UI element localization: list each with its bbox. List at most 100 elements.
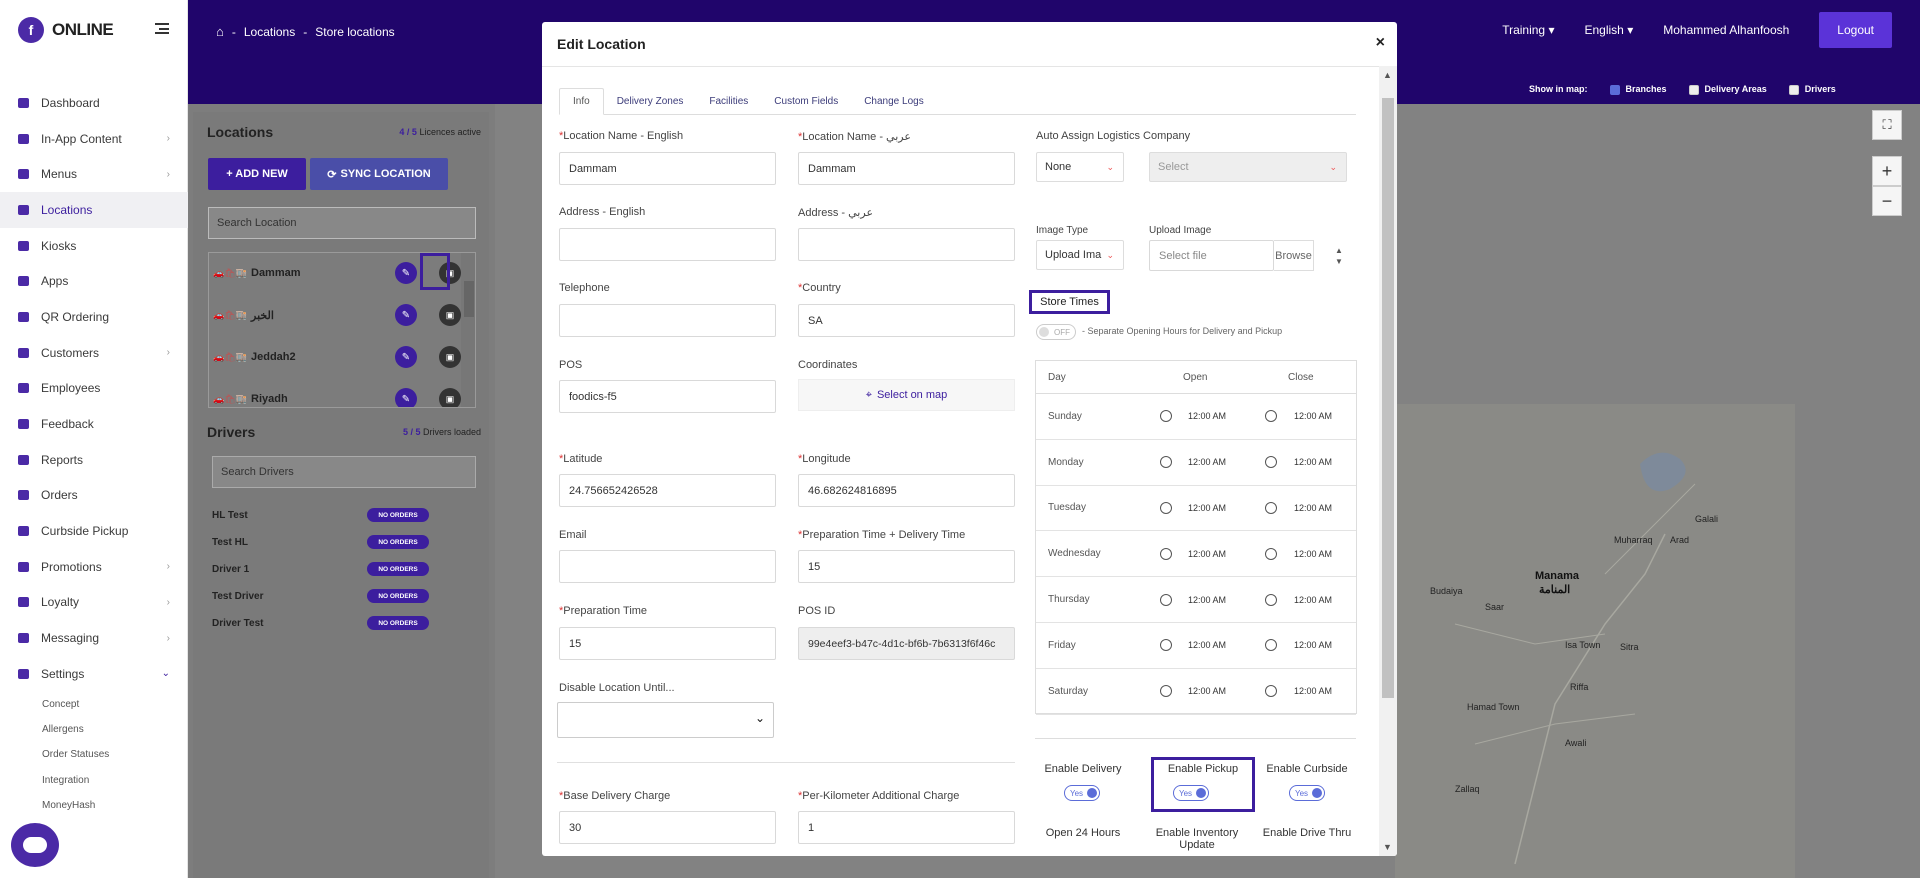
- tab-custom-fields[interactable]: Custom Fields: [761, 88, 851, 115]
- per-km-input[interactable]: 1: [798, 811, 1015, 844]
- select-on-map-button[interactable]: ⌖ Select on map: [798, 379, 1015, 411]
- open-time[interactable]: 12:00 AM: [1188, 595, 1226, 605]
- longitude-input[interactable]: 46.682624816895: [798, 474, 1015, 507]
- tab-delivery-zones[interactable]: Delivery Zones: [604, 88, 697, 115]
- close-time[interactable]: 12:00 AM: [1294, 595, 1332, 605]
- upload-spinner[interactable]: ▲ ▼: [1331, 240, 1347, 271]
- home-icon[interactable]: ⌂: [216, 24, 224, 39]
- list-item[interactable]: HL Test NO ORDERS: [212, 502, 472, 528]
- prep-delivery-input[interactable]: 15: [798, 550, 1015, 583]
- sidebar-item-promotions[interactable]: Promotions ›: [0, 549, 188, 585]
- pos-id-input[interactable]: 99e4eef3-b47c-4d1c-bf6b-7b6313f6f46c: [798, 627, 1015, 660]
- clock-icon[interactable]: [1265, 501, 1277, 514]
- disable-until-select[interactable]: ⌄: [557, 702, 774, 738]
- clock-icon[interactable]: [1265, 685, 1277, 698]
- open-time[interactable]: 12:00 AM: [1188, 411, 1226, 421]
- sidebar-item-kiosks[interactable]: Kiosks: [0, 228, 188, 264]
- map-zoom-out-button[interactable]: −: [1872, 186, 1902, 216]
- pos-input[interactable]: foodics-f5: [559, 380, 776, 413]
- sidebar-item-reports[interactable]: Reports: [0, 442, 188, 478]
- sidebar-subitem-allergens[interactable]: Allergens: [0, 717, 188, 742]
- address-ar-input[interactable]: [798, 228, 1015, 261]
- sidebar-item-settings[interactable]: Settings ⌄: [0, 656, 188, 692]
- clock-icon[interactable]: [1160, 639, 1172, 652]
- clock-icon[interactable]: [1160, 410, 1172, 423]
- separate-hours-toggle[interactable]: OFF: [1036, 324, 1076, 340]
- sidebar-subitem-moneyhash[interactable]: MoneyHash: [0, 793, 188, 818]
- list-item[interactable]: Test Driver NO ORDERS: [212, 583, 472, 609]
- store-icon[interactable]: ▣: [439, 346, 461, 368]
- sync-location-button[interactable]: ⟳ SYNC LOCATION: [310, 158, 448, 190]
- clock-icon[interactable]: [1265, 547, 1277, 560]
- drivers-checkbox[interactable]: Drivers: [1788, 84, 1836, 95]
- chat-support-button[interactable]: [11, 823, 59, 867]
- upload-file-input[interactable]: Select file: [1149, 240, 1274, 271]
- name-ar-input[interactable]: Dammam: [798, 152, 1015, 185]
- edit-icon[interactable]: ✎: [395, 388, 417, 407]
- open-time[interactable]: 12:00 AM: [1188, 640, 1226, 650]
- browse-button[interactable]: Browse: [1274, 240, 1314, 271]
- sidebar-item-loyalty[interactable]: Loyalty ›: [0, 585, 188, 621]
- close-time[interactable]: 12:00 AM: [1294, 457, 1332, 467]
- edit-icon[interactable]: ✎: [395, 304, 417, 326]
- map-fullscreen-button[interactable]: ⛶: [1872, 110, 1902, 140]
- map-zoom-in-button[interactable]: +: [1872, 156, 1902, 186]
- tab-info[interactable]: Info: [559, 88, 604, 115]
- sidebar-item-qr-ordering[interactable]: QR Ordering: [0, 299, 188, 335]
- clock-icon[interactable]: [1160, 501, 1172, 514]
- base-charge-input[interactable]: 30: [559, 811, 776, 844]
- arrow-up-icon[interactable]: ▲: [1335, 246, 1343, 255]
- search-drivers-input[interactable]: Search Drivers: [212, 456, 476, 488]
- list-item[interactable]: Driver Test NO ORDERS: [212, 610, 472, 636]
- auto-assign-select[interactable]: None ⌄: [1036, 152, 1124, 182]
- edit-icon[interactable]: ✎: [395, 346, 417, 368]
- tab-facilities[interactable]: Facilities: [696, 88, 761, 115]
- close-time[interactable]: 12:00 AM: [1294, 549, 1332, 559]
- close-time[interactable]: 12:00 AM: [1294, 411, 1332, 421]
- clock-icon[interactable]: [1160, 593, 1172, 606]
- enable-curbside-toggle[interactable]: Yes: [1289, 785, 1325, 801]
- sidebar-item-feedback[interactable]: Feedback: [0, 406, 188, 442]
- clock-icon[interactable]: [1265, 639, 1277, 652]
- image-type-select[interactable]: Upload Ima ⌄: [1036, 240, 1124, 270]
- logistics-company-select[interactable]: Select ⌄: [1149, 152, 1347, 182]
- sidebar-subitem-integration[interactable]: Integration: [0, 768, 188, 793]
- clock-icon[interactable]: [1160, 547, 1172, 560]
- list-item[interactable]: 🚗🛍🏬 الخبر ✎ ▣: [209, 295, 469, 335]
- branches-checkbox[interactable]: Branches: [1609, 84, 1667, 95]
- hamburger-menu-icon[interactable]: [155, 23, 169, 34]
- latitude-input[interactable]: 24.756652426528: [559, 474, 776, 507]
- sidebar-item-menus[interactable]: Menus ›: [0, 156, 188, 192]
- store-icon[interactable]: ▣: [439, 304, 461, 326]
- edit-icon[interactable]: ✎: [395, 262, 417, 284]
- clock-icon[interactable]: [1265, 410, 1277, 423]
- scrollbar-thumb[interactable]: [464, 281, 474, 317]
- delivery-areas-checkbox[interactable]: Delivery Areas: [1688, 84, 1767, 95]
- prep-time-input[interactable]: 15: [559, 627, 776, 660]
- scroll-up-icon[interactable]: ▲: [1383, 70, 1392, 80]
- scrollbar-thumb[interactable]: [1382, 98, 1394, 698]
- search-location-input[interactable]: Search Location: [208, 207, 476, 239]
- close-time[interactable]: 12:00 AM: [1294, 640, 1332, 650]
- list-item[interactable]: Test HL NO ORDERS: [212, 529, 472, 555]
- clock-icon[interactable]: [1265, 456, 1277, 469]
- tab-change-logs[interactable]: Change Logs: [851, 88, 937, 115]
- sidebar-item-messaging[interactable]: Messaging ›: [0, 620, 188, 656]
- sidebar-item-curbside-pickup[interactable]: Curbside Pickup: [0, 513, 188, 549]
- close-time[interactable]: 12:00 AM: [1294, 503, 1332, 513]
- list-item[interactable]: Driver 1 NO ORDERS: [212, 556, 472, 582]
- sidebar-subitem-order-statuses[interactable]: Order Statuses: [0, 742, 188, 767]
- language-dropdown[interactable]: English ▾: [1584, 23, 1633, 37]
- telephone-input[interactable]: [559, 304, 776, 337]
- training-dropdown[interactable]: Training ▾: [1502, 23, 1554, 37]
- country-input[interactable]: SA: [798, 304, 1015, 337]
- clock-icon[interactable]: [1160, 456, 1172, 469]
- sidebar-item-apps[interactable]: Apps: [0, 263, 188, 299]
- close-icon[interactable]: ×: [1376, 34, 1385, 52]
- name-en-input[interactable]: Dammam: [559, 152, 776, 185]
- clock-icon[interactable]: [1265, 593, 1277, 606]
- sidebar-item-employees[interactable]: Employees: [0, 371, 188, 407]
- enable-delivery-toggle[interactable]: Yes: [1064, 785, 1100, 801]
- open-time[interactable]: 12:00 AM: [1188, 686, 1226, 696]
- modal-scrollbar[interactable]: ▲ ▼: [1379, 66, 1397, 856]
